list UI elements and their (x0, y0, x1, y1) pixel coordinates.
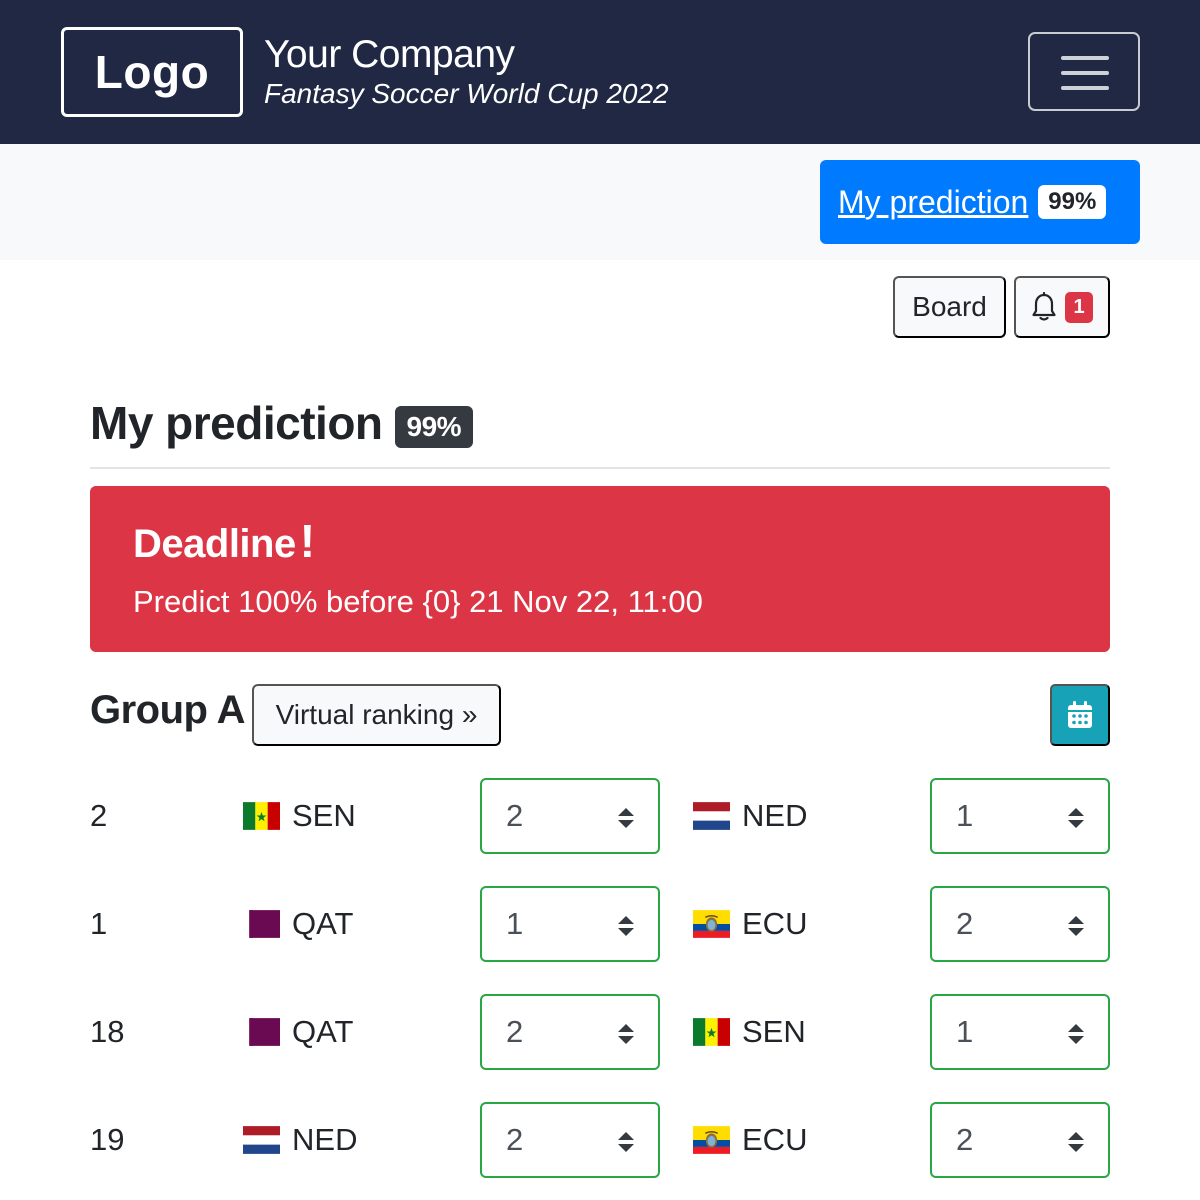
match-number: 19 (90, 1122, 125, 1157)
away-team-code: ECU (742, 906, 808, 941)
away-team: ECU (693, 906, 807, 942)
divider (90, 467, 1110, 469)
away-team-code: SEN (742, 1014, 806, 1049)
select-caret-icon (1068, 1024, 1084, 1044)
home-score-select[interactable]: 2 (480, 1102, 660, 1178)
virtual-ranking-button[interactable]: Virtual ranking » (252, 684, 501, 746)
home-team-code: SEN (292, 798, 356, 833)
home-score-select[interactable]: 2 (480, 778, 660, 854)
match-number: 18 (90, 1014, 125, 1049)
home-team: SEN (243, 798, 356, 834)
away-score-select[interactable]: 2 (930, 886, 1110, 962)
calendar-button[interactable] (1050, 684, 1110, 746)
logo[interactable]: Logo (61, 27, 243, 117)
company-name: Your Company (264, 33, 515, 76)
home-score-value: 2 (506, 1122, 524, 1157)
netherlands-flag-icon (243, 1126, 280, 1154)
home-team-code: QAT (292, 906, 354, 941)
virtual-ranking-label: Virtual ranking » (275, 699, 478, 730)
calendar-icon (1068, 701, 1092, 728)
page-title: My prediction 99% (90, 396, 474, 450)
app-subtitle: Fantasy Soccer World Cup 2022 (264, 78, 669, 109)
senegal-flag-icon (693, 1018, 730, 1046)
away-score-select[interactable]: 2 (930, 1102, 1110, 1178)
alert-title-text: Deadline (133, 522, 296, 566)
notifications-button[interactable]: 1 (1014, 276, 1110, 338)
match-row: 2 SEN 2 NED 1 (0, 778, 1200, 854)
match-row: 19 NED 2 ECU 2 (0, 1102, 1200, 1178)
match-number: 2 (90, 798, 108, 833)
away-score-value: 2 (956, 906, 974, 941)
deadline-alert: Deadline! Predict 100% before {0} 21 Nov… (90, 486, 1110, 652)
alert-title: Deadline! (133, 514, 315, 568)
prediction-percent-badge: 99% (1038, 185, 1107, 219)
home-score-value: 2 (506, 1014, 524, 1049)
home-score-value: 2 (506, 798, 524, 833)
menu-toggle-button[interactable] (1028, 32, 1140, 111)
ecuador-flag-icon (693, 1126, 730, 1154)
away-team: NED (693, 798, 807, 834)
home-score-select[interactable]: 1 (480, 886, 660, 962)
qatar-flag-icon (243, 910, 280, 938)
match-number: 1 (90, 906, 108, 941)
alert-message: Predict 100% before {0} 21 Nov 22, 11:00 (133, 584, 703, 619)
notification-count-badge: 1 (1065, 291, 1093, 323)
select-caret-icon (618, 1024, 634, 1044)
select-caret-icon (618, 808, 634, 828)
select-caret-icon (1068, 916, 1084, 936)
match-row: 18 QAT 2 SEN 1 (0, 994, 1200, 1070)
my-prediction-label: My prediction (838, 183, 1029, 220)
top-navbar: Logo Your Company Fantasy Soccer World C… (0, 0, 1200, 144)
match-row: 1 QAT 1 ECU 2 (0, 886, 1200, 962)
board-button[interactable]: Board (893, 276, 1006, 338)
home-score-select[interactable]: 2 (480, 994, 660, 1070)
board-label: Board (912, 291, 987, 322)
senegal-flag-icon (243, 802, 280, 830)
page-title-text: My prediction (90, 397, 383, 449)
bell-icon (1032, 292, 1056, 321)
select-caret-icon (618, 1132, 634, 1152)
completion-badge: 99% (394, 406, 474, 448)
home-team-code: NED (292, 1122, 358, 1157)
away-score-select[interactable]: 1 (930, 994, 1110, 1070)
home-team: QAT (243, 906, 353, 942)
home-team: NED (243, 1122, 357, 1158)
group-title: Group A (90, 688, 246, 732)
home-team-code: QAT (292, 1014, 354, 1049)
away-score-value: 1 (956, 1014, 974, 1049)
brand: Your Company Fantasy Soccer World Cup 20… (264, 32, 669, 110)
exclamation-icon: ! (299, 515, 315, 567)
away-team-code: ECU (742, 1122, 808, 1157)
home-score-value: 1 (506, 906, 524, 941)
logo-text: Logo (94, 46, 210, 98)
netherlands-flag-icon (693, 802, 730, 830)
ecuador-flag-icon (693, 910, 730, 938)
select-caret-icon (1068, 1132, 1084, 1152)
my-prediction-button[interactable]: My prediction 99% (820, 160, 1140, 244)
away-team-code: NED (742, 798, 808, 833)
home-team: QAT (243, 1014, 353, 1050)
away-score-value: 2 (956, 1122, 974, 1157)
select-caret-icon (1068, 808, 1084, 828)
away-score-select[interactable]: 1 (930, 778, 1110, 854)
sub-navbar: My prediction 99% (0, 144, 1200, 260)
select-caret-icon (618, 916, 634, 936)
away-team: ECU (693, 1122, 807, 1158)
away-team: SEN (693, 1014, 806, 1050)
qatar-flag-icon (243, 1018, 280, 1046)
away-score-value: 1 (956, 798, 974, 833)
